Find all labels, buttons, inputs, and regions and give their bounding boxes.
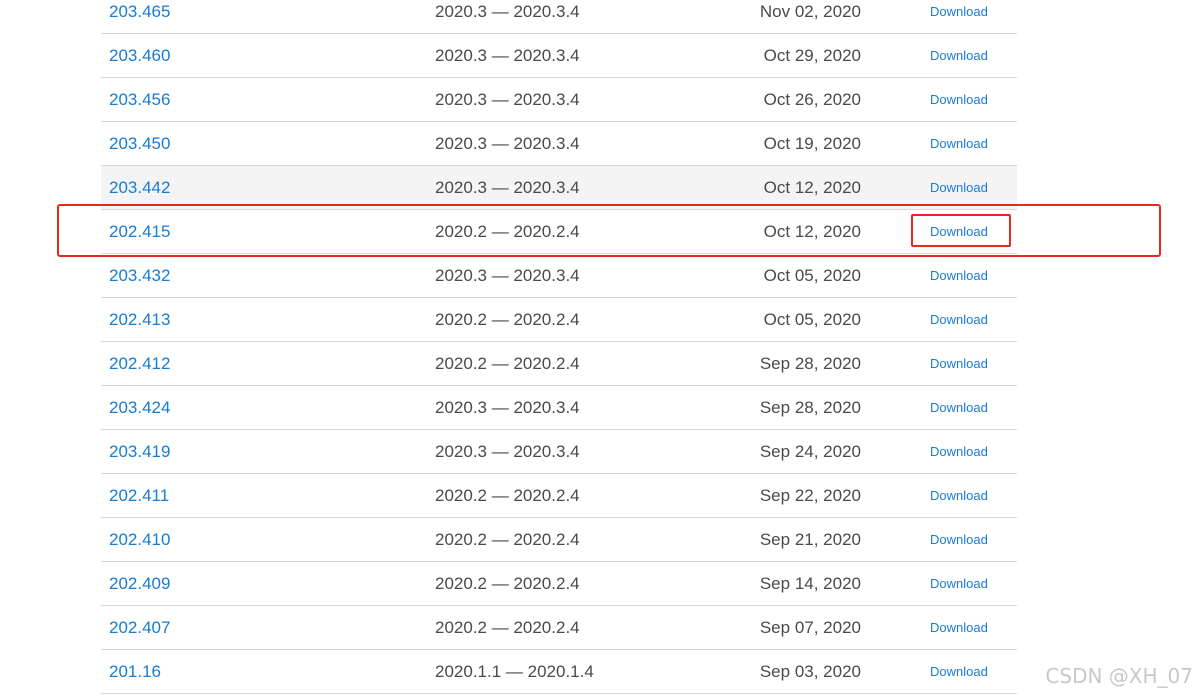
download-link[interactable]: Download — [930, 342, 988, 385]
download-link[interactable]: Download — [930, 78, 988, 121]
download-link[interactable]: Download — [930, 298, 988, 341]
release-date: Oct 12, 2020 — [763, 178, 861, 197]
download-link[interactable]: Download — [930, 650, 988, 693]
table-row: 203.465 2020.3 — 2020.3.4 Nov 02, 2020 D… — [101, 0, 1017, 34]
build-link[interactable]: 201.16 — [109, 650, 161, 693]
build-link[interactable]: 202.413 — [109, 298, 170, 341]
build-link[interactable]: 203.442 — [109, 166, 170, 209]
compatibility-range: 2020.2 — 2020.2.4 — [435, 574, 580, 593]
compatibility-range: 2020.2 — 2020.2.4 — [435, 618, 580, 637]
download-link[interactable]: Download — [930, 166, 988, 209]
download-link[interactable]: Download — [930, 122, 988, 165]
compatibility-range: 2020.1.1 — 2020.1.4 — [435, 662, 594, 681]
compatibility-range: 2020.3 — 2020.3.4 — [435, 90, 580, 109]
release-date: Sep 07, 2020 — [759, 618, 861, 637]
build-link[interactable]: 203.460 — [109, 34, 170, 77]
compatibility-range: 2020.3 — 2020.3.4 — [435, 178, 580, 197]
table-row: 202.413 2020.2 — 2020.2.4 Oct 05, 2020 D… — [101, 298, 1017, 342]
release-date: Oct 12, 2020 — [763, 222, 861, 241]
download-link[interactable]: Download — [930, 254, 988, 297]
table-row: 203.456 2020.3 — 2020.3.4 Oct 26, 2020 D… — [101, 78, 1017, 122]
release-date: Sep 24, 2020 — [759, 442, 861, 461]
table-row-highlighted: 202.415 2020.2 — 2020.2.4 Oct 12, 2020 D… — [101, 210, 1017, 254]
table-row: 203.432 2020.3 — 2020.3.4 Oct 05, 2020 D… — [101, 254, 1017, 298]
compatibility-range: 2020.2 — 2020.2.4 — [435, 486, 580, 505]
table-row: 203.419 2020.3 — 2020.3.4 Sep 24, 2020 D… — [101, 430, 1017, 474]
table-row: 202.410 2020.2 — 2020.2.4 Sep 21, 2020 D… — [101, 518, 1017, 562]
release-date: Oct 19, 2020 — [763, 134, 861, 153]
release-date: Sep 22, 2020 — [759, 486, 861, 505]
table-row: 203.424 2020.3 — 2020.3.4 Sep 28, 2020 D… — [101, 386, 1017, 430]
download-link[interactable]: Download — [930, 606, 988, 649]
table-row-hovered: 203.442 2020.3 — 2020.3.4 Oct 12, 2020 D… — [101, 166, 1017, 210]
download-link[interactable]: Download — [930, 562, 988, 605]
build-link[interactable]: 203.424 — [109, 386, 170, 429]
release-date: Oct 29, 2020 — [763, 46, 861, 65]
build-link[interactable]: 202.407 — [109, 606, 170, 649]
download-link[interactable]: Download — [930, 474, 988, 517]
release-date: Oct 26, 2020 — [763, 90, 861, 109]
table-row: 201.16 2020.1.1 — 2020.1.4 Sep 03, 2020 … — [101, 650, 1017, 694]
compatibility-range: 2020.3 — 2020.3.4 — [435, 134, 580, 153]
compatibility-range: 2020.2 — 2020.2.4 — [435, 530, 580, 549]
release-date: Sep 03, 2020 — [759, 662, 861, 681]
build-link[interactable]: 203.450 — [109, 122, 170, 165]
download-link[interactable]: Download — [930, 0, 988, 33]
build-link[interactable]: 203.432 — [109, 254, 170, 297]
table-row: 202.409 2020.2 — 2020.2.4 Sep 14, 2020 D… — [101, 562, 1017, 606]
release-date: Oct 05, 2020 — [763, 266, 861, 285]
table-row: 202.412 2020.2 — 2020.2.4 Sep 28, 2020 D… — [101, 342, 1017, 386]
build-link[interactable]: 203.456 — [109, 78, 170, 121]
release-date: Sep 28, 2020 — [759, 354, 861, 373]
compatibility-range: 2020.3 — 2020.3.4 — [435, 46, 580, 65]
build-link[interactable]: 202.411 — [109, 474, 169, 517]
compatibility-range: 2020.2 — 2020.2.4 — [435, 222, 580, 241]
build-link[interactable]: 202.409 — [109, 562, 170, 605]
build-link[interactable]: 203.465 — [109, 0, 170, 33]
release-date: Sep 21, 2020 — [759, 530, 861, 549]
table-row: 203.450 2020.3 — 2020.3.4 Oct 19, 2020 D… — [101, 122, 1017, 166]
download-link[interactable]: Download — [930, 386, 988, 429]
download-link[interactable]: Download — [930, 210, 988, 253]
download-link[interactable]: Download — [930, 430, 988, 473]
build-link[interactable]: 203.419 — [109, 430, 170, 473]
compatibility-range: 2020.3 — 2020.3.4 — [435, 398, 580, 417]
release-date: Sep 14, 2020 — [759, 574, 861, 593]
download-link[interactable]: Download — [930, 518, 988, 561]
build-link[interactable]: 202.415 — [109, 210, 170, 253]
compatibility-range: 2020.2 — 2020.2.4 — [435, 354, 580, 373]
release-date: Nov 02, 2020 — [759, 2, 861, 21]
release-date: Sep 28, 2020 — [759, 398, 861, 417]
table-row: 202.411 2020.2 — 2020.2.4 Sep 22, 2020 D… — [101, 474, 1017, 518]
compatibility-range: 2020.2 — 2020.2.4 — [435, 310, 580, 329]
download-link[interactable]: Download — [930, 34, 988, 77]
release-date: Oct 05, 2020 — [763, 310, 861, 329]
table-row: 203.460 2020.3 — 2020.3.4 Oct 29, 2020 D… — [101, 34, 1017, 78]
compatibility-range: 2020.3 — 2020.3.4 — [435, 266, 580, 285]
table-row: 202.407 2020.2 — 2020.2.4 Sep 07, 2020 D… — [101, 606, 1017, 650]
build-link[interactable]: 202.412 — [109, 342, 170, 385]
versions-table: 203.465 2020.3 — 2020.3.4 Nov 02, 2020 D… — [101, 0, 1017, 694]
watermark: CSDN @XH_07 — [1045, 664, 1193, 688]
build-link[interactable]: 202.410 — [109, 518, 170, 561]
compatibility-range: 2020.3 — 2020.3.4 — [435, 442, 580, 461]
compatibility-range: 2020.3 — 2020.3.4 — [435, 2, 580, 21]
